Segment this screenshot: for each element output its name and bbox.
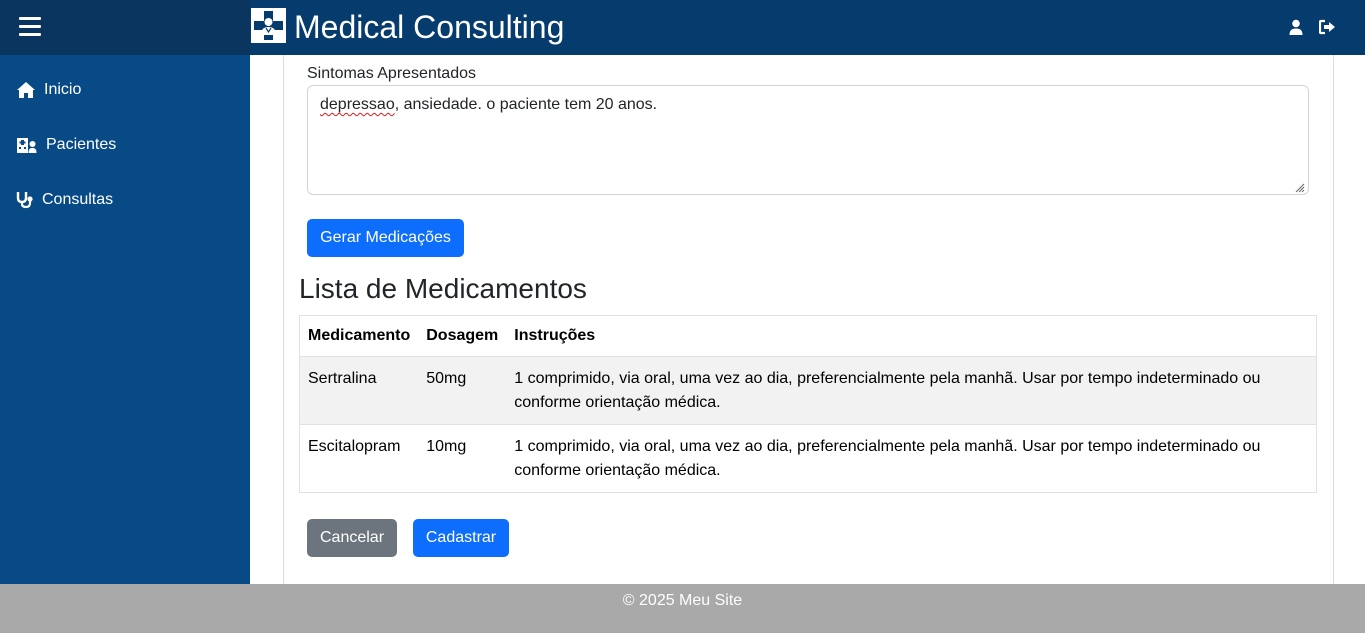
medication-name: Escitalopram xyxy=(308,438,401,455)
symptoms-text: , ansiedade. o paciente tem 20 anos. xyxy=(394,96,658,113)
sidebar-item-pacientes[interactable]: Pacientes xyxy=(0,125,250,165)
sidebar-item-label: Pacientes xyxy=(46,136,117,153)
medications-table: Medicamento Dosagem Instruções Sertralin… xyxy=(299,315,1317,493)
medication-instructions: 1 comprimido, via oral, uma vez ao dia, … xyxy=(514,438,1261,479)
medical-logo-icon xyxy=(251,8,286,43)
home-icon xyxy=(16,81,36,99)
medications-title: Lista de Medicamentos xyxy=(299,273,587,304)
footer: © 2025 Meu Site xyxy=(0,584,1365,633)
resize-handle-icon[interactable] xyxy=(1293,179,1305,193)
footer-text: © 2025 Meu Site xyxy=(622,592,743,609)
sidebar: Inicio Pacientes Consultas xyxy=(0,55,250,584)
generate-medications-button[interactable]: Gerar Medicações xyxy=(307,219,464,257)
app-title: Medical Consulting xyxy=(294,9,565,45)
sidebar-item-consultas[interactable]: Consultas xyxy=(0,180,250,220)
sidebar-item-label: Inicio xyxy=(44,81,82,98)
symptoms-textarea[interactable]: depressao, ansiedade. o paciente tem 20 … xyxy=(307,85,1309,195)
table-row: Sertralina 50mg 1 comprimido, via oral, … xyxy=(299,356,1317,425)
symptoms-text-misspelled: depressao xyxy=(320,96,395,113)
sign-out-icon[interactable] xyxy=(1318,19,1335,35)
sidebar-item-inicio[interactable]: Inicio xyxy=(0,70,250,110)
medication-instructions: 1 comprimido, via oral, uma vez ao dia, … xyxy=(506,356,1317,425)
table-row: Escitalopram 10mg 1 comprimido, via oral… xyxy=(300,425,1317,493)
user-icon[interactable] xyxy=(1288,19,1304,35)
column-header: Instruções xyxy=(506,315,1317,357)
table-header-row: Medicamento Dosagem Instruções xyxy=(299,315,1317,357)
sidebar-item-label: Consultas xyxy=(42,191,114,208)
column-header: Medicamento xyxy=(299,315,419,357)
top-navbar: Medical Consulting xyxy=(0,0,1365,55)
symptoms-label: Sintomas Apresentados xyxy=(307,65,476,82)
medication-dose: 10mg xyxy=(426,438,467,455)
cancel-button[interactable]: Cancelar xyxy=(307,519,397,557)
hamburger-icon[interactable] xyxy=(19,17,41,36)
column-header: Dosagem xyxy=(418,315,507,357)
stethoscope-icon xyxy=(16,191,36,209)
submit-button[interactable]: Cadastrar xyxy=(413,519,509,557)
menu-toggle-area xyxy=(0,0,250,55)
medication-dose: 50mg xyxy=(418,356,507,425)
medication-name: Sertralina xyxy=(299,356,419,425)
hospital-user-icon xyxy=(16,136,37,154)
